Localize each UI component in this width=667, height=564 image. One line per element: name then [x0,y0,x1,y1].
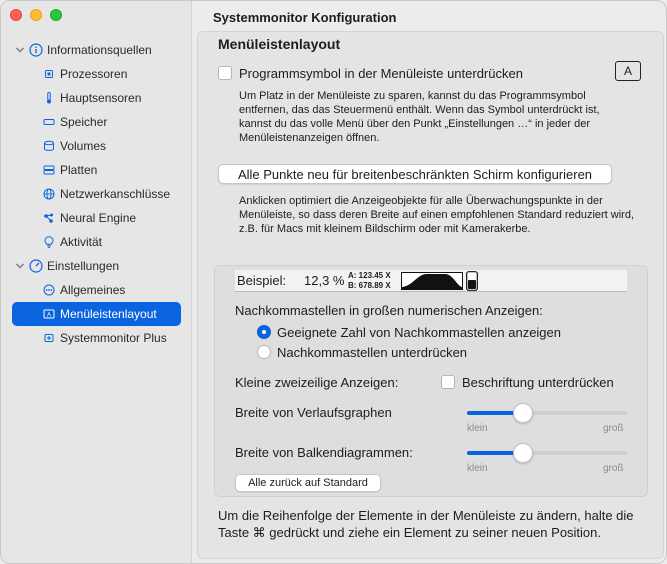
app-window: Informationsquellen Prozessoren Hauptsen… [0,0,667,564]
history-width-min: klein [467,423,488,434]
bar-width-knob[interactable] [513,443,533,463]
bar-width-label: Breite von Balkendiagrammen: [235,445,413,460]
example-two-line: A: 123.45 X B: 678.89 X [348,271,391,291]
thermometer-icon [47,92,51,104]
example-line-a: A: 123.45 X [348,271,391,280]
gauge-icon [29,259,43,273]
bar-width-slider[interactable] [467,443,627,463]
sidebar-item-aktivitaet[interactable]: Aktivität [1,230,192,254]
settings-panel: Menüleistenlayout Programmsymbol in der … [197,31,664,559]
sidebar-group-label: Informationsquellen [47,43,152,57]
sidebar-item-label: Systemmonitor Plus [60,331,167,345]
bar-chart-icon [466,271,478,291]
menubar-a-icon: A [615,61,641,81]
sidebar-item-neural-engine[interactable]: Neural Engine [1,206,192,230]
sidebar-group-informationsquellen[interactable]: Informationsquellen [1,38,192,62]
decimals-auto-label[interactable]: Geeignete Zahl von Nachkommastellen anze… [277,325,561,340]
globe-icon [43,188,55,200]
sidebar-item-label: Menüleistenlayout [60,307,157,321]
sidebar-item-label: Aktivität [60,235,103,249]
example-preview: Beispiel: 12,3 % A: 123.45 X B: 678.89 X [235,270,627,292]
example-label: Beispiel: [237,273,287,288]
sidebar-item-volumes[interactable]: Volumes [1,134,192,158]
sidebar-item-menueleistenlayout[interactable]: A Menüleistenlayout [12,302,181,326]
lightbulb-icon [44,236,54,248]
bar-width-max: groß [603,463,624,474]
sidebar-item-prozessoren[interactable]: Prozessoren [1,62,192,86]
sidebar: Informationsquellen Prozessoren Hauptsen… [1,1,192,563]
history-width-slider[interactable] [467,403,627,423]
sidebar-item-systemmonitor-plus[interactable]: Systemmonitor Plus [1,326,192,350]
reset-defaults-button[interactable]: Alle zurück auf Standard [235,474,381,492]
cpu-chip-icon [45,70,53,78]
memory-icon [43,119,55,125]
sidebar-item-label: Netzwerkanschlüsse [60,187,171,201]
hide-icon-checkbox[interactable] [218,66,232,80]
main-content: Systemmonitor Konfiguration Menüleistenl… [193,1,666,563]
sidebar-item-label: Prozessoren [60,67,128,81]
decimals-suppress-label[interactable]: Nachkommastellen unterdrücken [277,345,467,360]
hide-icon-label[interactable]: Programmsymbol in der Menüleiste unterdr… [239,66,523,81]
sidebar-item-label: Speicher [60,115,108,129]
history-width-label: Breite von Verlaufsgraphen [235,405,392,420]
decimals-auto-radio[interactable] [257,325,271,339]
svg-text:A: A [47,313,51,319]
sidebar-group-label: Einstellungen [47,259,120,273]
disk-stack-icon [43,165,55,175]
zoom-window-button[interactable] [50,9,62,21]
window-title: Systemmonitor Konfiguration [213,10,397,25]
configure-description: Anklicken optimiert die Anzeigeobjekte f… [239,195,635,235]
suppress-caption-checkbox[interactable] [441,375,455,389]
bar-width-min: klein [467,463,488,474]
sidebar-item-speicher[interactable]: Speicher [1,110,192,134]
database-icon [44,140,54,151]
sidebar-nav: Informationsquellen Prozessoren Hauptsen… [1,38,192,350]
display-options-box: Beispiel: 12,3 % A: 123.45 X B: 678.89 X… [214,265,648,497]
history-width-max: groß [603,423,624,434]
dots-circle-icon [43,284,55,296]
neural-engine-icon [44,213,53,223]
sidebar-group-einstellungen[interactable]: Einstellungen [1,254,192,278]
sidebar-item-label: Volumes [60,139,107,153]
reorder-hint: Um die Reihenfolge der Elemente in der M… [218,508,634,540]
sidebar-item-netzwerkanschluesse[interactable]: Netzwerkanschlüsse [1,182,192,206]
sidebar-item-label: Allgemeines [60,283,126,297]
small-two-line-label: Kleine zweizeilige Anzeigen: [235,375,399,390]
chip-plus-icon [44,334,54,342]
close-window-button[interactable] [10,9,22,21]
hide-icon-description: Um Platz in der Menüleiste zu sparen, ka… [239,90,600,144]
menubar-a-icon: A [43,309,55,319]
history-graph-icon [401,272,463,290]
sidebar-item-label: Neural Engine [60,211,137,225]
decimals-suppress-radio[interactable] [257,345,271,359]
example-percent: 12,3 % [304,273,345,288]
minimize-window-button[interactable] [30,9,42,21]
sidebar-item-label: Hauptsensoren [60,91,142,105]
sidebar-item-allgemeines[interactable]: Allgemeines [1,278,192,302]
sidebar-item-label: Platten [60,163,98,177]
history-width-knob[interactable] [513,403,533,423]
example-line-b: B: 678.89 X [348,281,391,290]
configure-width-limited-button[interactable]: Alle Punkte neu für breitenbeschränkten … [218,164,612,184]
chevron-down-icon[interactable] [14,44,26,56]
section-title: Menüleistenlayout [218,36,341,52]
decimals-label: Nachkommastellen in großen numerischen A… [235,303,543,318]
sidebar-item-hauptsensoren[interactable]: Hauptsensoren [1,86,192,110]
suppress-caption-label[interactable]: Beschriftung unterdrücken [462,375,614,390]
info-circle-icon [29,43,43,57]
chevron-down-icon[interactable] [14,260,26,272]
sidebar-item-platten[interactable]: Platten [1,158,192,182]
